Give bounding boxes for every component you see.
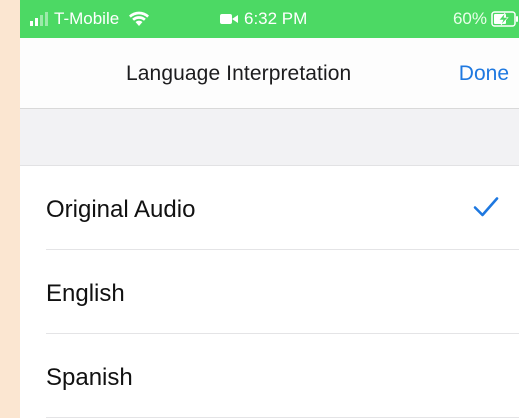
language-label: Original Audio (46, 196, 196, 223)
status-bar: T-Mobile 6:32 PM 60% (20, 0, 519, 38)
language-list: Original Audio English Spanish (20, 166, 519, 418)
page-title: Language Interpretation (126, 62, 352, 85)
language-label: Spanish (46, 364, 133, 391)
section-header-spacer (20, 109, 519, 166)
language-option-original-audio[interactable]: Original Audio (20, 166, 519, 250)
done-button[interactable]: Done (459, 62, 509, 86)
signal-icon (30, 12, 48, 26)
status-center: 6:32 PM (220, 9, 307, 29)
checkmark-icon (473, 197, 499, 217)
battery-charging-icon (491, 11, 518, 27)
status-left: T-Mobile (30, 9, 150, 29)
wifi-icon (129, 11, 150, 26)
phone-screen: T-Mobile 6:32 PM 60% Language Interpreta… (20, 0, 519, 418)
status-right: 60% (453, 9, 519, 29)
language-option-english[interactable]: English (20, 250, 519, 334)
carrier-label: T-Mobile (54, 9, 120, 28)
camera-icon (220, 14, 238, 24)
battery-label: 60% (452, 9, 487, 28)
language-option-spanish[interactable]: Spanish (20, 334, 519, 418)
navigation-bar: Language Interpretation Done (20, 38, 519, 109)
language-label: English (46, 280, 125, 307)
time-label: 6:32 PM (244, 9, 308, 28)
